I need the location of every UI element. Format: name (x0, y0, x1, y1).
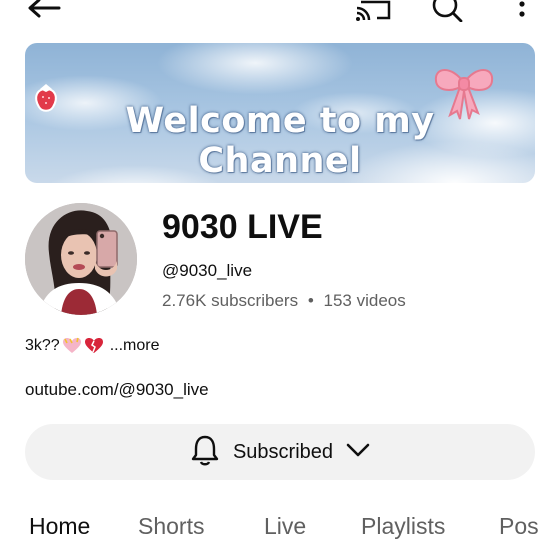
subscriber-count: 2.76K subscribers (162, 291, 299, 310)
subscribed-button[interactable]: Subscribed (25, 424, 535, 480)
video-count: 153 videos (323, 291, 406, 310)
arrow-left-icon (25, 0, 61, 22)
back-button[interactable] (25, 0, 61, 22)
bow-icon (430, 63, 498, 128)
bell-icon (189, 433, 221, 472)
channel-banner[interactable]: Welcome to my Channel (25, 43, 535, 183)
tab-live[interactable]: Live (264, 513, 306, 540)
channel-link[interactable]: outube.com/@9030_live (25, 380, 209, 400)
search-icon (430, 0, 466, 22)
cast-icon (353, 0, 393, 22)
channel-description[interactable]: 3k?? ...more (25, 337, 160, 355)
chevron-down-icon (345, 441, 371, 464)
more-options-button[interactable] (512, 0, 532, 22)
channel-name: 9030 LIVE (162, 208, 323, 246)
more-vertical-icon (512, 0, 532, 22)
tab-playlists[interactable]: Playlists (361, 513, 445, 540)
sparkling-heart-icon (62, 337, 82, 355)
avatar-image (25, 203, 137, 315)
tab-shorts[interactable]: Shorts (138, 513, 204, 540)
channel-tabs: Home Shorts Live Playlists Pos (0, 513, 560, 553)
tab-home[interactable]: Home (29, 513, 90, 540)
subscribed-label: Subscribed (232, 440, 334, 463)
search-button[interactable] (430, 0, 466, 22)
stats-separator: • (307, 291, 314, 310)
broken-heart-icon (84, 337, 104, 355)
channel-handle: @9030_live (162, 261, 253, 280)
description-text: 3k?? (25, 337, 60, 354)
tab-posts[interactable]: Pos (499, 513, 539, 540)
more-link[interactable]: ...more (110, 337, 160, 355)
channel-stats: 2.76K subscribers • 153 videos (162, 291, 406, 311)
cast-button[interactable] (353, 0, 393, 22)
channel-avatar[interactable] (25, 203, 137, 315)
